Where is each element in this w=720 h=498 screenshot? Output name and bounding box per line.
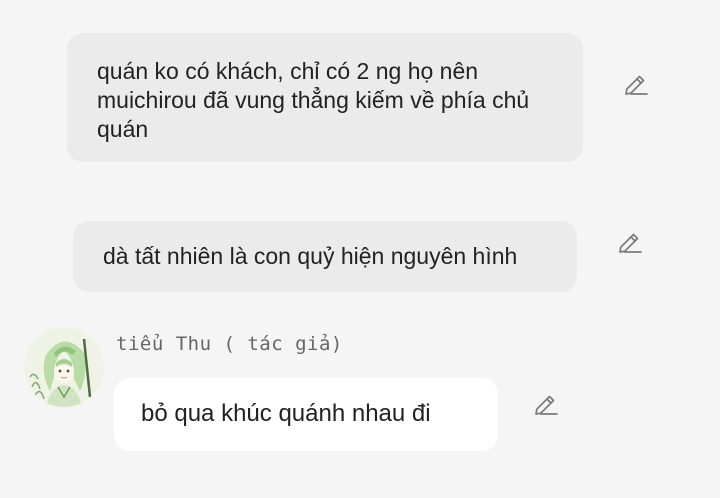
- pencil-edit-icon: [614, 228, 644, 258]
- message-bubble-3: bỏ qua khúc quánh nhau đi: [114, 378, 498, 451]
- edit-message-2-button[interactable]: [614, 228, 644, 258]
- edit-message-3-button[interactable]: [530, 390, 560, 420]
- edit-message-1-button[interactable]: [620, 70, 650, 100]
- message-bubble-1: quán ko có khách, chỉ có 2 ng họ nên mui…: [67, 33, 583, 162]
- pencil-edit-icon: [530, 390, 560, 420]
- message-text: quán ko có khách, chỉ có 2 ng họ nên mui…: [97, 58, 530, 142]
- message-bubble-2: dà tất nhiên là con quỷ hiện nguyên hình: [73, 221, 577, 292]
- pencil-edit-icon: [620, 70, 650, 100]
- message-text: bỏ qua khúc quánh nhau đi: [141, 400, 431, 427]
- author-avatar[interactable]: [24, 327, 104, 407]
- message-text: dà tất nhiên là con quỷ hiện nguyên hình: [103, 243, 518, 269]
- author-name: tiểu Thu ( tác giả): [116, 333, 343, 355]
